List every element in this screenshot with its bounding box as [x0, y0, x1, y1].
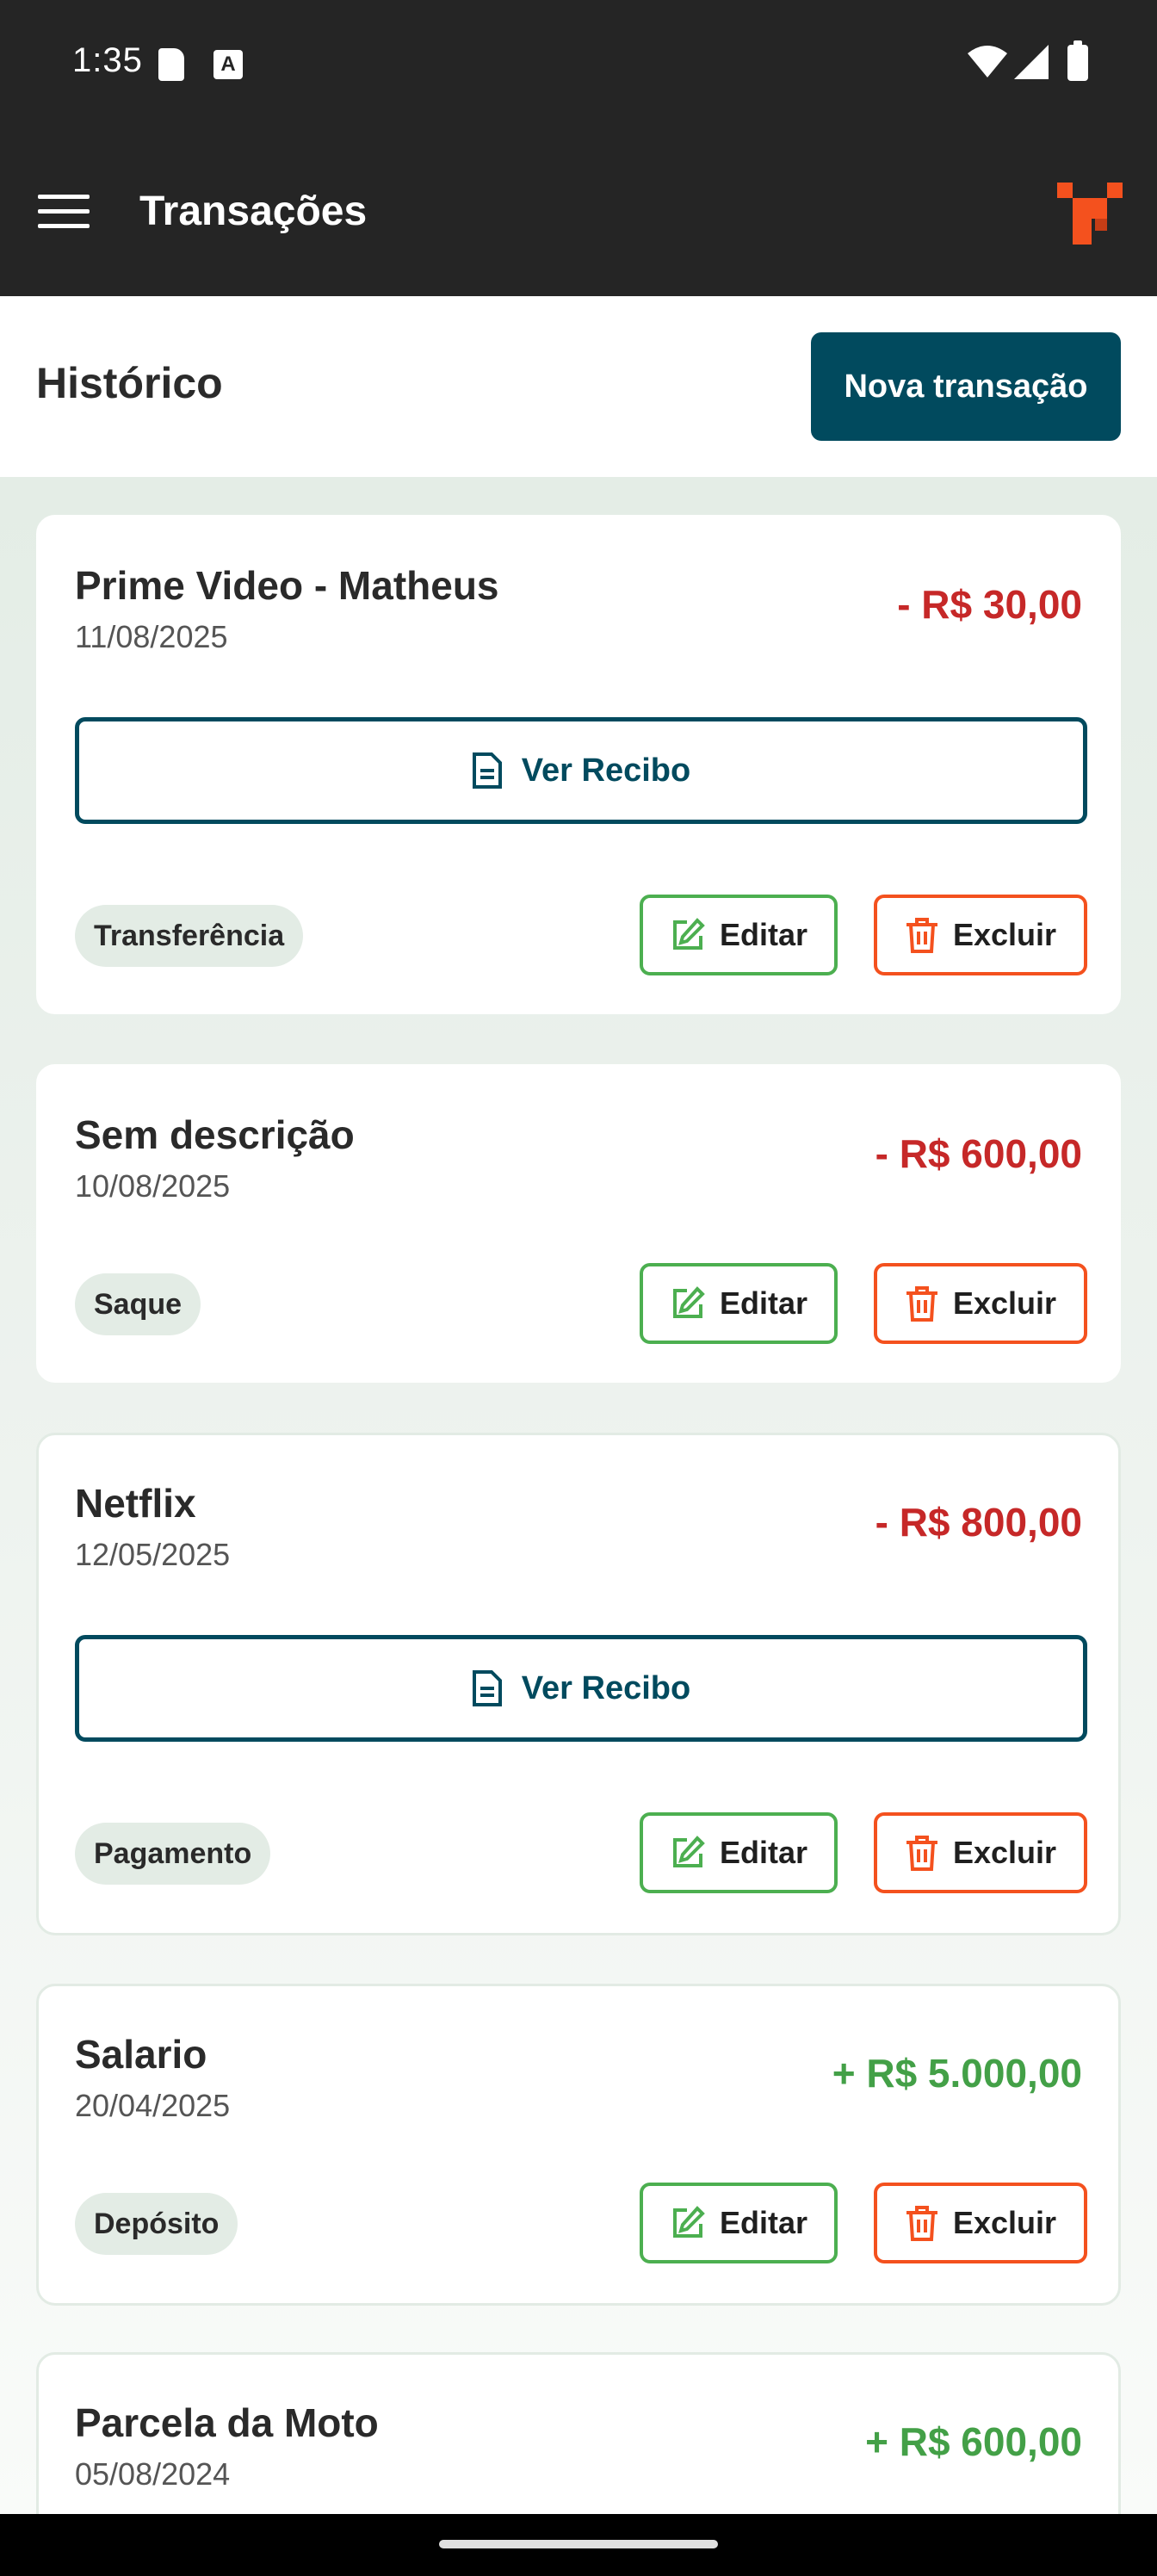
transaction-amount: - R$ 30,00 — [897, 582, 1082, 627]
transaction-date: 20/04/2025 — [75, 2088, 231, 2123]
view-receipt-label: Ver Recibo — [521, 752, 691, 789]
menu-icon[interactable] — [38, 195, 90, 236]
transaction-date: 11/08/2025 — [75, 619, 228, 654]
delete-button[interactable]: Excluir — [874, 2183, 1087, 2263]
view-receipt-button[interactable]: Ver Recibo — [75, 717, 1087, 824]
view-receipt-label: Ver Recibo — [521, 1669, 691, 1706]
page-title: Transações — [139, 189, 368, 234]
home-gesture-handle[interactable] — [439, 2540, 718, 2548]
view-receipt-button[interactable]: Ver Recibo — [75, 1635, 1087, 1742]
transaction-type-badge: Transferência — [75, 905, 304, 967]
delete-label: Excluir — [952, 917, 1057, 952]
edit-button[interactable]: Editar — [640, 2183, 838, 2263]
sd-card-icon — [158, 48, 184, 81]
delete-button[interactable]: Excluir — [874, 1263, 1087, 1344]
signal-icon — [1014, 45, 1049, 79]
transaction-amount: - R$ 800,00 — [875, 1500, 1082, 1545]
new-transaction-button[interactable]: Nova transação — [811, 332, 1121, 441]
transaction-date: 12/05/2025 — [75, 1537, 231, 1572]
transaction-card: Salario 20/04/2025 + R$ 5.000,00 Depósit… — [36, 1984, 1121, 2306]
transaction-amount: + R$ 5.000,00 — [832, 2051, 1082, 2096]
transaction-card: Sem descrição 10/08/2025 - R$ 600,00 Saq… — [36, 1064, 1121, 1383]
transaction-type-badge: Depósito — [75, 2193, 238, 2255]
transaction-title: Sem descrição — [75, 1112, 355, 1157]
trash-icon — [906, 1286, 937, 1322]
transaction-list[interactable]: Prime Video - Matheus 11/08/2025 - R$ 30… — [0, 477, 1157, 2514]
transaction-type-badge: Pagamento — [75, 1823, 271, 1885]
edit-label: Editar — [719, 917, 808, 952]
transaction-title: Parcela da Moto — [75, 2400, 379, 2445]
a-icon: A — [213, 50, 243, 79]
status-bar: 1:35 A — [0, 0, 1157, 134]
edit-icon — [672, 1836, 705, 1867]
delete-label: Excluir — [952, 1285, 1057, 1321]
edit-label: Editar — [719, 2205, 808, 2240]
delete-label: Excluir — [952, 2205, 1057, 2240]
transaction-card: Netflix 12/05/2025 - R$ 800,00 Ver Recib… — [36, 1433, 1121, 1935]
edit-icon — [672, 2206, 705, 2238]
transaction-card: Prime Video - Matheus 11/08/2025 - R$ 30… — [36, 515, 1121, 1014]
document-icon — [472, 752, 502, 789]
wifi-icon — [968, 46, 1007, 77]
app-logo-icon — [1057, 183, 1123, 245]
transaction-amount: + R$ 600,00 — [865, 2419, 1082, 2464]
transaction-date: 05/08/2024 — [75, 2456, 231, 2492]
system-nav-bar — [0, 2514, 1157, 2576]
history-header: Histórico Nova transação — [0, 296, 1157, 477]
transaction-amount: - R$ 600,00 — [875, 1131, 1082, 1176]
transaction-type-badge: Saque — [75, 1273, 201, 1335]
transaction-title: Prime Video - Matheus — [75, 563, 499, 608]
transaction-card: Parcela da Moto 05/08/2024 + R$ 600,00 — [36, 2352, 1121, 2514]
delete-label: Excluir — [952, 1835, 1057, 1870]
edit-label: Editar — [719, 1835, 808, 1870]
edit-button[interactable]: Editar — [640, 895, 838, 975]
edit-icon — [672, 918, 705, 950]
transaction-title: Salario — [75, 2032, 207, 2077]
history-heading: Histórico — [36, 359, 223, 407]
document-icon — [472, 1670, 502, 1706]
delete-button[interactable]: Excluir — [874, 895, 1087, 975]
edit-icon — [672, 1286, 705, 1318]
delete-button[interactable]: Excluir — [874, 1812, 1087, 1893]
edit-label: Editar — [719, 1285, 808, 1321]
status-time: 1:35 — [72, 41, 143, 79]
edit-button[interactable]: Editar — [640, 1812, 838, 1893]
edit-button[interactable]: Editar — [640, 1263, 838, 1344]
trash-icon — [906, 1836, 937, 1871]
trash-icon — [906, 918, 937, 953]
app-bar: Transações — [0, 134, 1157, 296]
battery-icon — [1067, 40, 1088, 81]
transaction-date: 10/08/2025 — [75, 1168, 231, 1204]
transaction-title: Netflix — [75, 1481, 196, 1526]
trash-icon — [906, 2206, 937, 2241]
